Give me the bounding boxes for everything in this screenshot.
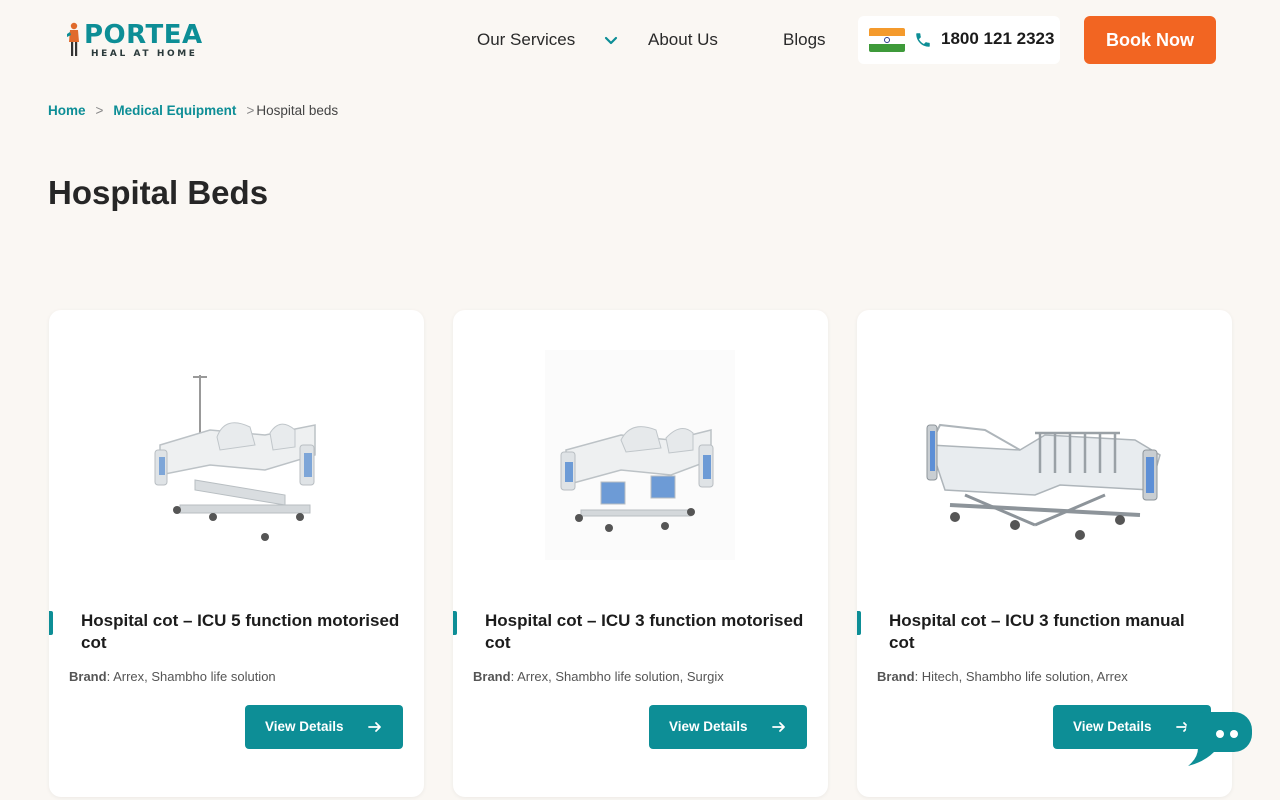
india-flag-icon[interactable] (869, 28, 905, 52)
phone-icon (916, 33, 930, 47)
nav-blogs[interactable]: Blogs (783, 30, 826, 50)
page-title: Hospital Beds (48, 174, 269, 211)
arrow-right-icon (368, 722, 381, 732)
product-title[interactable]: Hospital cot – ICU 3 function manual cot (889, 610, 1209, 654)
view-details-label: View Details (669, 719, 748, 734)
brand-value: : Arrex, Shambho life solution (106, 669, 276, 684)
breadcrumb-medical-equipment[interactable]: Medical Equipment (113, 103, 236, 118)
nurse-figure-icon (67, 22, 79, 56)
chevron-down-icon[interactable] (603, 33, 619, 49)
brand-label: Brand (473, 669, 511, 684)
nav-our-services[interactable]: Our Services (477, 30, 575, 50)
title-accent-bar (49, 611, 53, 635)
site-header: PORTEA HEAL AT HOME Our Services About U… (0, 0, 1280, 82)
breadcrumb-home[interactable]: Home (48, 103, 86, 118)
logo-tagline: HEAL AT HOME (91, 49, 198, 59)
product-brand: Brand: Hitech, Shambho life solution, Ar… (877, 669, 1217, 684)
breadcrumb-separator: > (246, 103, 255, 118)
breadcrumb: Home > Medical Equipment > Hospital beds (48, 103, 338, 118)
brand-value: : Arrex, Shambho life solution, Surgix (510, 669, 724, 684)
arrow-right-icon (772, 722, 785, 732)
view-details-button[interactable]: View Details (649, 705, 807, 749)
product-card[interactable]: Hospital cot – ICU 3 function manual cot… (857, 310, 1232, 797)
product-brand: Brand: Arrex, Shambho life solution (69, 669, 409, 684)
logo-wordmark: PORTEA (84, 20, 203, 50)
title-accent-bar (453, 611, 457, 635)
breadcrumb-current: Hospital beds (256, 103, 339, 118)
chat-icon[interactable] (1184, 708, 1254, 770)
product-title[interactable]: Hospital cot – ICU 3 function motorised … (485, 610, 805, 654)
breadcrumb-separator: > (95, 103, 104, 118)
product-title[interactable]: Hospital cot – ICU 5 function motorised … (81, 610, 401, 654)
brand-label: Brand (69, 669, 107, 684)
view-details-button[interactable]: View Details (245, 705, 403, 749)
product-card[interactable]: Hospital cot – ICU 5 function motorised … (49, 310, 424, 797)
title-accent-bar (857, 611, 861, 635)
hospital-bed-image[interactable] (453, 340, 828, 580)
portea-logo[interactable]: PORTEA HEAL AT HOME (64, 20, 214, 62)
hospital-bed-image[interactable] (49, 340, 424, 580)
view-details-label: View Details (265, 719, 344, 734)
book-now-button[interactable]: Book Now (1084, 16, 1216, 64)
phone-number[interactable]: 1800 121 2323 (941, 29, 1054, 49)
product-card[interactable]: Hospital cot – ICU 3 function motorised … (453, 310, 828, 797)
brand-value: : Hitech, Shambho life solution, Arrex (914, 669, 1128, 684)
phone-contact[interactable]: 1800 121 2323 (858, 16, 1060, 64)
nav-about-us[interactable]: About Us (648, 30, 718, 50)
hospital-bed-image[interactable] (857, 340, 1232, 580)
brand-label: Brand (877, 669, 915, 684)
product-brand: Brand: Arrex, Shambho life solution, Sur… (473, 669, 813, 684)
view-details-label: View Details (1073, 719, 1152, 734)
